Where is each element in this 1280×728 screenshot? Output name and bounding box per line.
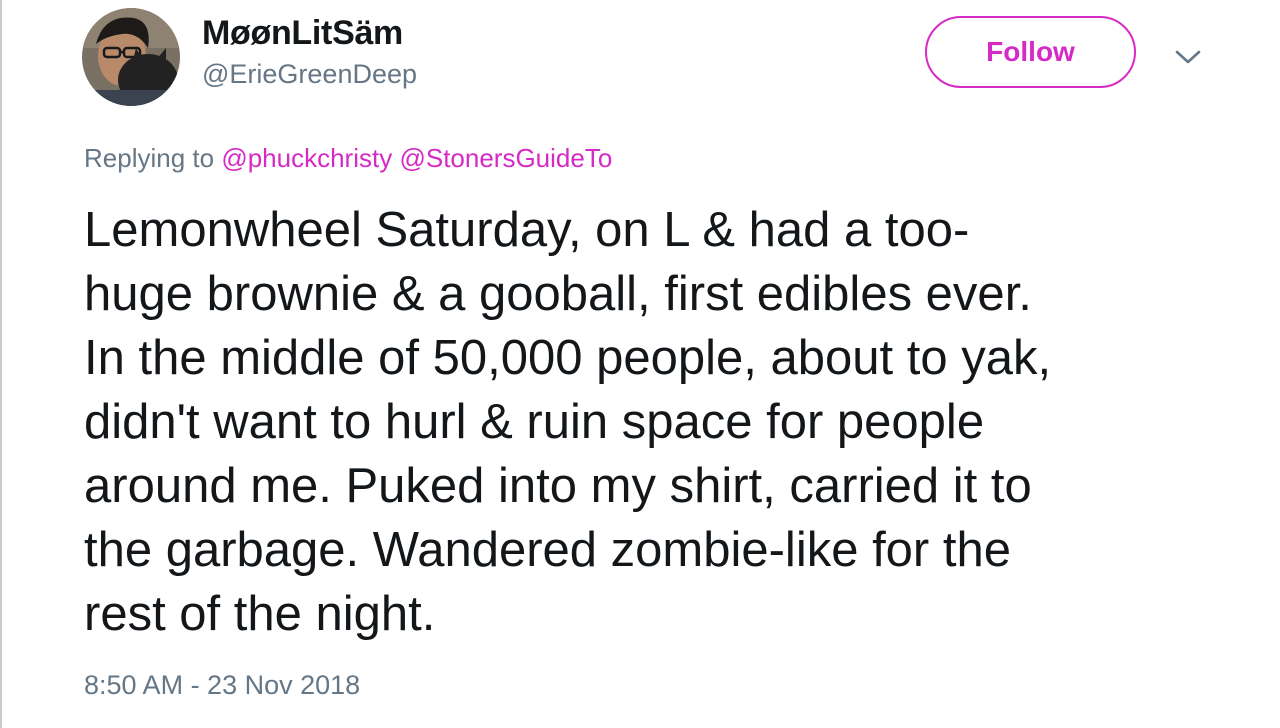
tweet-text-line: In the middle of 50,000 people, about to… (84, 331, 1052, 385)
avatar-photo (82, 8, 180, 106)
replying-to-label: Replying to (84, 143, 215, 173)
more-options-button[interactable] (1171, 40, 1205, 74)
mention-link[interactable]: @phuckchristy (221, 143, 392, 173)
tweet-text-line: around me. Puked into my shirt, carried … (84, 459, 1032, 513)
tweet-text-line: rest of the night. (84, 587, 436, 641)
tweet-text-line: didn't want to hurl & ruin space for peo… (84, 395, 985, 449)
tweet-text-line: huge brownie & a gooball, first edibles … (84, 267, 1032, 321)
tweet-text-line: Lemonwheel Saturday, on L & had a too- (84, 203, 970, 257)
tweet-timestamp[interactable]: 8:50 AM - 23 Nov 2018 (84, 670, 360, 701)
author-display-name[interactable]: MøønLitSäm (202, 14, 403, 53)
avatar[interactable] (82, 8, 180, 106)
follow-button[interactable]: Follow (925, 16, 1136, 88)
author-handle[interactable]: @ErieGreenDeep (202, 59, 417, 90)
tweet-card: MøønLitSäm @ErieGreenDeep Follow Replyin… (0, 0, 1280, 728)
mention-link[interactable]: @StonersGuideTo (399, 143, 612, 173)
tweet-text-line: the garbage. Wandered zombie-like for th… (84, 523, 1011, 577)
replying-to: Replying to @phuckchristy @StonersGuideT… (84, 143, 612, 174)
chevron-down-icon (1175, 50, 1201, 64)
tweet-text: Lemonwheel Saturday, on L & had a too- h… (84, 198, 1224, 646)
